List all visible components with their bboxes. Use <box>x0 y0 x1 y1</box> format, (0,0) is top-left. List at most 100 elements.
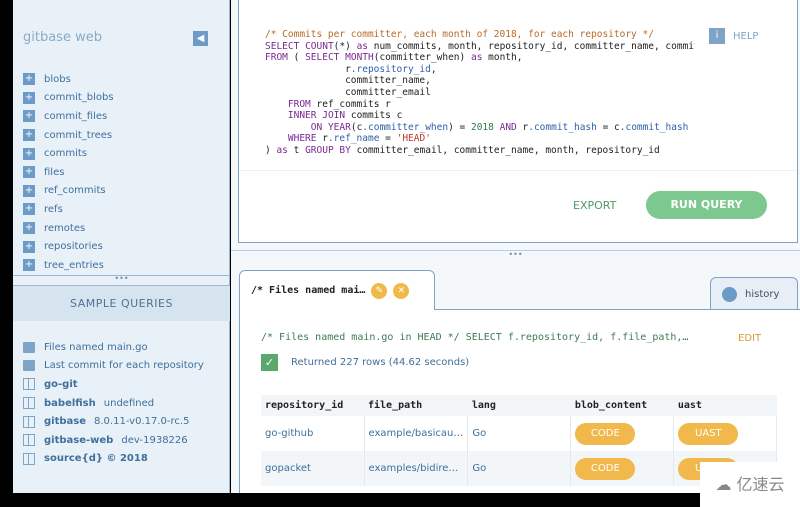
sql-code[interactable]: /* Commits per committer, each month of … <box>265 29 695 157</box>
cell-blob-content: CODE <box>570 416 675 451</box>
result-status: Returned 227 rows (44.62 seconds) <box>291 357 470 368</box>
plus-icon[interactable]: + <box>23 110 35 123</box>
sql-line: ) as t GROUP BY committer_email, committ… <box>265 144 660 156</box>
version-item[interactable]: go-git <box>23 375 204 394</box>
plus-icon[interactable]: + <box>23 222 35 235</box>
plus-icon[interactable]: + <box>23 259 35 272</box>
sql-line: committer_email <box>265 86 431 98</box>
version-name: gitbase <box>44 416 87 428</box>
sql-line: r.repository_id, <box>265 63 437 75</box>
sql-line: /* Commits per committer, each month of … <box>265 29 654 40</box>
table-name: files <box>44 166 65 178</box>
help-label: HELP <box>733 30 759 42</box>
plus-icon[interactable]: + <box>23 203 35 216</box>
export-button[interactable]: EXPORT <box>573 199 616 212</box>
collapse-sidebar-icon[interactable]: ◀ <box>193 31 208 46</box>
cell-uast: UAST <box>673 416 778 451</box>
sidebar-table-item[interactable]: + commit_files <box>23 107 114 126</box>
sql-line: ON YEAR(c.committer_when) = 2018 AND r.c… <box>310 121 689 133</box>
sidebar-table-item[interactable]: + commit_blobs <box>23 89 114 108</box>
sample-query-item[interactable]: Last commit for each repository <box>23 357 204 376</box>
plus-icon[interactable]: + <box>23 184 35 197</box>
main-area: /* Commits per committer, each month of … <box>231 0 800 493</box>
sidebar-table-item[interactable]: + ref_commits <box>23 182 114 201</box>
table-name: ref_commits <box>44 185 106 197</box>
table-list: + blobs + commit_blobs + commit_files + commit_… <box>23 70 114 275</box>
edit-query-button[interactable]: EDIT <box>738 333 761 344</box>
table-name: commit_trees <box>44 129 113 141</box>
sidebar-table-item[interactable]: + refs <box>23 200 114 219</box>
tab-label: /* Files named mai… <box>251 285 366 296</box>
success-check-icon: ✓ <box>261 354 278 371</box>
cell-file-path: example/basicau… <box>364 416 469 451</box>
app-brand: gitbase web <box>23 30 102 45</box>
sidebar-table-item[interactable]: + blobs <box>23 70 114 89</box>
version-value: 8.0.11-v0.17.0-rc.5 <box>94 416 190 428</box>
code-button[interactable]: CODE <box>575 422 636 445</box>
column-header: file_path <box>364 395 468 416</box>
cell-file-path: examples/bidire… <box>364 451 469 486</box>
plus-icon[interactable]: + <box>23 73 35 86</box>
plus-icon[interactable]: + <box>23 166 35 179</box>
cell-repository-id: gopacket <box>261 451 365 486</box>
watermark-logo: ☁ 亿速云 <box>700 462 800 507</box>
cell-lang: Go <box>467 451 572 486</box>
version-name: source{d} © 2018 <box>44 453 148 465</box>
info-icon: i <box>709 28 725 44</box>
sidebar-splitter[interactable]: ••• <box>13 275 230 286</box>
history-label: history <box>745 288 780 300</box>
sidebar-table-item[interactable]: + remotes <box>23 219 114 238</box>
close-icon[interactable]: ✕ <box>393 282 410 299</box>
sql-line: FROM ref_commits r <box>287 98 391 110</box>
clipboard-icon <box>23 360 35 372</box>
result-tab[interactable]: /* Files named mai… ✎ ✕ <box>239 270 435 310</box>
version-name: babelfish <box>44 397 96 409</box>
editor-divider <box>239 170 797 171</box>
sidebar-table-item[interactable]: + commits <box>23 144 114 163</box>
plus-icon[interactable]: + <box>23 91 35 104</box>
version-item[interactable]: source{d} © 2018 <box>23 450 204 469</box>
book-icon <box>23 397 35 410</box>
run-query-button[interactable]: RUN QUERY <box>646 191 767 219</box>
sql-line: SELECT COUNT(*) as num_commits, month, r… <box>265 40 695 52</box>
table-name: commits <box>44 148 88 160</box>
code-button[interactable]: CODE <box>575 457 636 480</box>
version-item[interactable]: gitbase-web dev-1938226 <box>23 431 204 450</box>
cell-blob-content: CODE <box>570 451 675 486</box>
history-tab[interactable]: history <box>710 277 798 310</box>
table-name: refs <box>44 203 63 215</box>
column-header: blob_content <box>570 395 674 416</box>
sidebar-table-item[interactable]: + repositories <box>23 237 114 256</box>
plus-icon[interactable]: + <box>23 147 35 160</box>
column-header: uast <box>673 395 777 416</box>
table-row: go-github example/basicau… Go CODE UAST <box>261 416 778 451</box>
book-icon <box>23 378 35 391</box>
uast-button[interactable]: UAST <box>678 422 739 445</box>
table-name: remotes <box>44 222 86 234</box>
main-splitter[interactable]: ••• <box>231 250 800 262</box>
sidebar-table-item[interactable]: + tree_entries <box>23 256 114 275</box>
sql-line: INNER JOIN commits c <box>287 110 403 122</box>
column-header: lang <box>467 395 571 416</box>
table-name: commit_files <box>44 110 108 122</box>
plus-icon[interactable]: + <box>23 240 35 253</box>
sample-query-item[interactable]: Files named main.go <box>23 338 204 357</box>
sample-query-label: Last commit for each repository <box>44 360 204 372</box>
table-name: commit_blobs <box>44 92 114 104</box>
plus-icon[interactable]: + <box>23 129 35 142</box>
sql-line: committer_name, <box>265 75 431 87</box>
pencil-icon[interactable]: ✎ <box>371 282 388 299</box>
version-name: go-git <box>44 378 78 390</box>
cell-lang: Go <box>467 416 572 451</box>
table-name: tree_entries <box>44 259 104 271</box>
sidebar-table-item[interactable]: + commit_trees <box>23 126 114 145</box>
book-icon <box>23 434 35 447</box>
version-item[interactable]: babelfish undefined <box>23 394 204 413</box>
clock-icon <box>722 286 737 302</box>
sidebar: gitbase web ◀ + blobs + commit_blobs + commit… <box>13 0 230 493</box>
help-button[interactable]: i HELP <box>709 28 758 44</box>
result-query: /* Files named main.go in HEAD */ SELECT… <box>261 332 689 343</box>
sql-line: WHERE r.ref_name = 'HEAD' <box>287 133 431 145</box>
sidebar-table-item[interactable]: + files <box>23 163 114 182</box>
version-item[interactable]: gitbase 8.0.11-v0.17.0-rc.5 <box>23 412 204 431</box>
